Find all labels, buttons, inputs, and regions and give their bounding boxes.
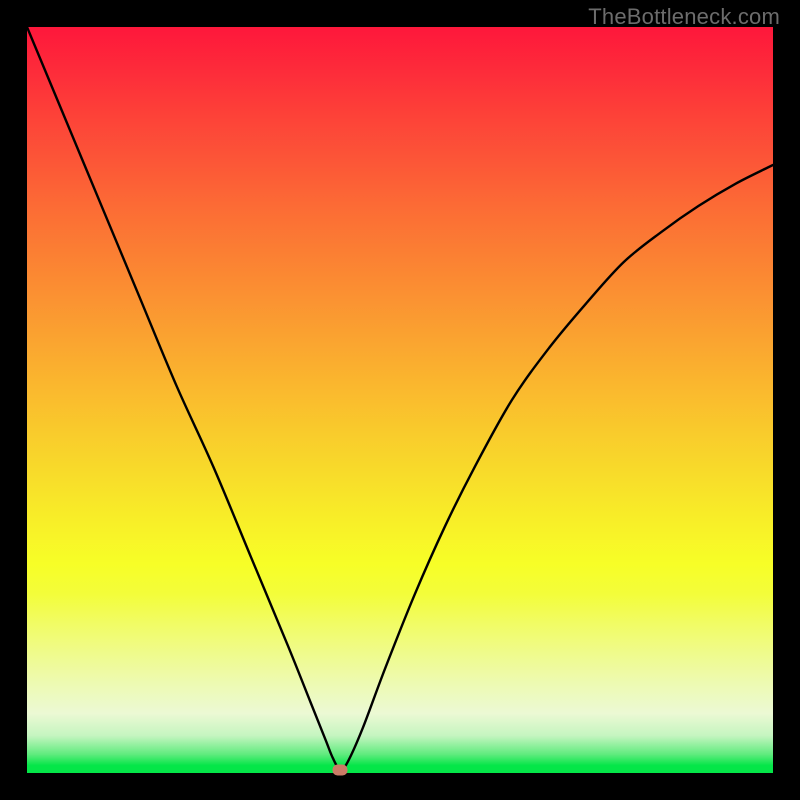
bottleneck-curve <box>27 27 773 773</box>
optimal-point-marker <box>333 765 348 776</box>
plot-area <box>27 27 773 773</box>
chart-frame: TheBottleneck.com <box>0 0 800 800</box>
